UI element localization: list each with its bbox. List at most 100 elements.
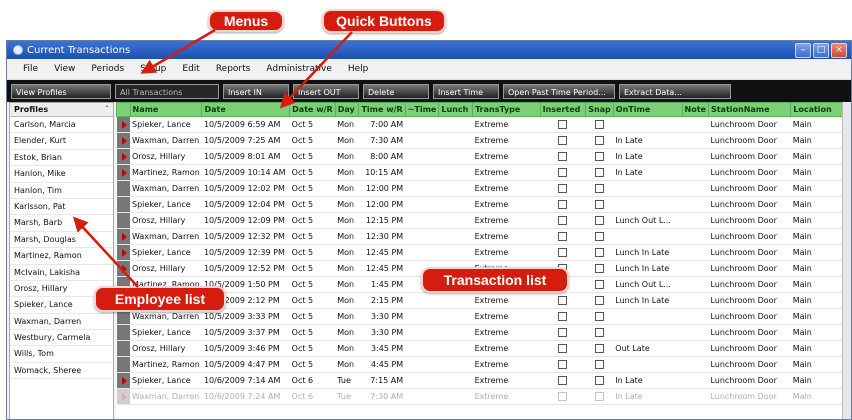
row-marker[interactable] [116,116,130,133]
checkbox[interactable] [558,328,568,337]
table-row[interactable]: Waxman, Darren 10/5/2009 3:33 PM Oct 5 Mon 3… [116,308,851,325]
column-header-time[interactable]: ~Time [404,102,440,117]
checkbox[interactable] [558,216,568,225]
row-marker[interactable] [116,340,130,357]
employee-list-item[interactable]: Karlsson, Pat [10,199,113,216]
menu-administrative[interactable]: Administrative [258,64,340,74]
row-marker[interactable] [116,260,130,277]
checkbox[interactable] [558,344,568,353]
checkbox[interactable] [558,168,568,177]
checkbox[interactable] [595,360,604,369]
checkbox[interactable] [558,136,568,145]
employee-list-item[interactable]: Marsh, Douglas [10,232,113,249]
checkbox[interactable] [595,200,604,209]
table-row[interactable]: Orosz, Hillary 10/5/2009 3:46 PM Oct 5 Mon 3… [116,340,851,357]
vertical-scrollbar[interactable] [842,102,851,419]
maximize-icon[interactable]: □ [813,43,829,58]
transaction-filter-field[interactable]: All Transactions [115,83,219,99]
checkbox[interactable] [595,248,604,257]
row-marker[interactable] [116,164,130,181]
delete-button[interactable]: Delete [363,83,429,99]
checkbox[interactable] [558,120,568,129]
menu-reports[interactable]: Reports [208,64,259,74]
table-row[interactable]: Spieker, Lance 10/5/2009 12:39 PM Oct 5 Mon… [116,244,851,261]
employee-list-item[interactable]: Waxman, Darren [10,314,113,331]
minimize-icon[interactable]: – [795,43,811,58]
employee-list-item[interactable]: Estok, Brian [10,150,113,167]
checkbox[interactable] [558,232,568,241]
table-row[interactable]: Waxman, Darren 10/5/2009 12:32 PM Oct 5 Mon… [116,228,851,245]
menu-edit[interactable]: Edit [174,64,207,74]
table-row[interactable]: Orosz, Hillary 10/5/2009 8:01 AM Oct 5 Mon 8… [116,148,851,165]
column-header-snap[interactable]: Snap [585,102,614,117]
checkbox[interactable] [595,280,604,289]
column-header-time-w-r[interactable]: Time w/R [358,102,406,117]
row-marker[interactable] [116,356,130,373]
table-row[interactable]: Martinez, Ramon10/5/2009 2:12 PMOct 5Mon… [116,292,851,309]
column-header-note[interactable]: Note [681,102,709,117]
checkbox[interactable] [595,264,604,273]
insert-in-button[interactable]: Insert IN [223,83,289,99]
table-row[interactable]: Waxman, Darren 10/5/2009 12:02 PM Oct 5 Mon… [116,180,851,197]
employee-list-item[interactable]: Martinez, Ramon [10,248,113,265]
employee-list-item[interactable]: Elender, Kurt [10,133,113,150]
profiles-header[interactable]: Profiles ˆ [10,103,113,117]
view-profiles-button[interactable]: View Profiles [11,83,111,99]
menu-help[interactable]: Help [340,64,377,74]
row-marker[interactable] [116,132,130,149]
employee-list-item[interactable]: Womack, Sheree [10,363,113,380]
checkbox[interactable] [595,152,604,161]
column-header-transtype[interactable]: TransType [472,102,541,117]
row-marker[interactable] [116,148,130,165]
menu-view[interactable]: View [46,64,83,74]
table-row[interactable]: Martinez, Ramon 10/5/2009 4:47 PM Oct 5 Mon… [116,356,851,373]
insert-time-button[interactable]: Insert Time [433,83,499,99]
row-marker[interactable] [116,196,130,213]
table-row[interactable]: Spieker, Lance 10/5/2009 12:04 PM Oct 5 Mon… [116,196,851,213]
table-row[interactable]: Orosz, Hillary 10/5/2009 12:09 PM Oct 5 Mon… [116,212,851,229]
checkbox[interactable] [595,120,604,129]
checkbox[interactable] [558,184,568,193]
open-past-time-period-button[interactable]: Open Past Time Period... [503,83,615,99]
checkbox[interactable] [595,312,604,321]
checkbox[interactable] [595,376,604,385]
checkbox[interactable] [558,200,568,209]
checkbox[interactable] [558,248,568,257]
table-row[interactable]: Spieker, Lance 10/5/2009 3:37 PM Oct 5 Mon 3… [116,324,851,341]
table-row[interactable]: Waxman, Darren 10/6/2009 7:24 AM Oct 6 Tue 7… [116,388,851,405]
checkbox[interactable] [595,232,604,241]
checkbox[interactable] [558,312,568,321]
menu-file[interactable]: File [15,64,46,74]
column-header-day[interactable]: Day [334,102,360,117]
checkbox[interactable] [558,296,568,305]
checkbox[interactable] [595,168,604,177]
column-header-inserted[interactable]: Inserted [539,102,587,117]
employee-list-item[interactable]: McIvain, Lakisha [10,265,113,281]
row-marker[interactable] [116,180,130,197]
employee-list-item[interactable]: Westbury, Carmela [10,330,113,347]
column-header-lunch[interactable]: Lunch [438,102,474,117]
employee-list-item[interactable]: Carlson, Marcia [10,117,113,134]
column-header-stationname[interactable]: StationName [707,102,792,117]
row-marker[interactable] [116,228,130,245]
table-row[interactable]: Waxman, Darren 10/5/2009 7:25 AM Oct 5 Mon 7… [116,132,851,149]
employee-list-item[interactable]: Hanlon, Tim [10,183,113,199]
row-marker[interactable] [116,388,130,405]
table-row[interactable]: Spieker, Lance 10/5/2009 6:59 AM Oct 5 Mon 7… [116,116,851,133]
employee-list-item[interactable]: Wills, Tom [10,346,113,363]
table-row[interactable]: Spieker, Lance 10/6/2009 7:14 AM Oct 6 Tue 7… [116,372,851,389]
extract-data-button[interactable]: Extract Data... [619,83,731,99]
column-header-name[interactable]: Name [129,102,203,117]
checkbox[interactable] [595,328,604,337]
checkbox[interactable] [595,296,604,305]
row-marker[interactable] [116,372,130,389]
menu-setup[interactable]: Setup [132,64,174,74]
checkbox[interactable] [595,184,604,193]
insert-out-button[interactable]: Insert OUT [293,83,359,99]
checkbox[interactable] [558,376,568,385]
row-marker[interactable] [116,212,130,229]
checkbox[interactable] [595,136,604,145]
checkbox[interactable] [558,152,568,161]
close-icon[interactable]: × [831,43,847,58]
row-marker[interactable] [116,324,130,341]
